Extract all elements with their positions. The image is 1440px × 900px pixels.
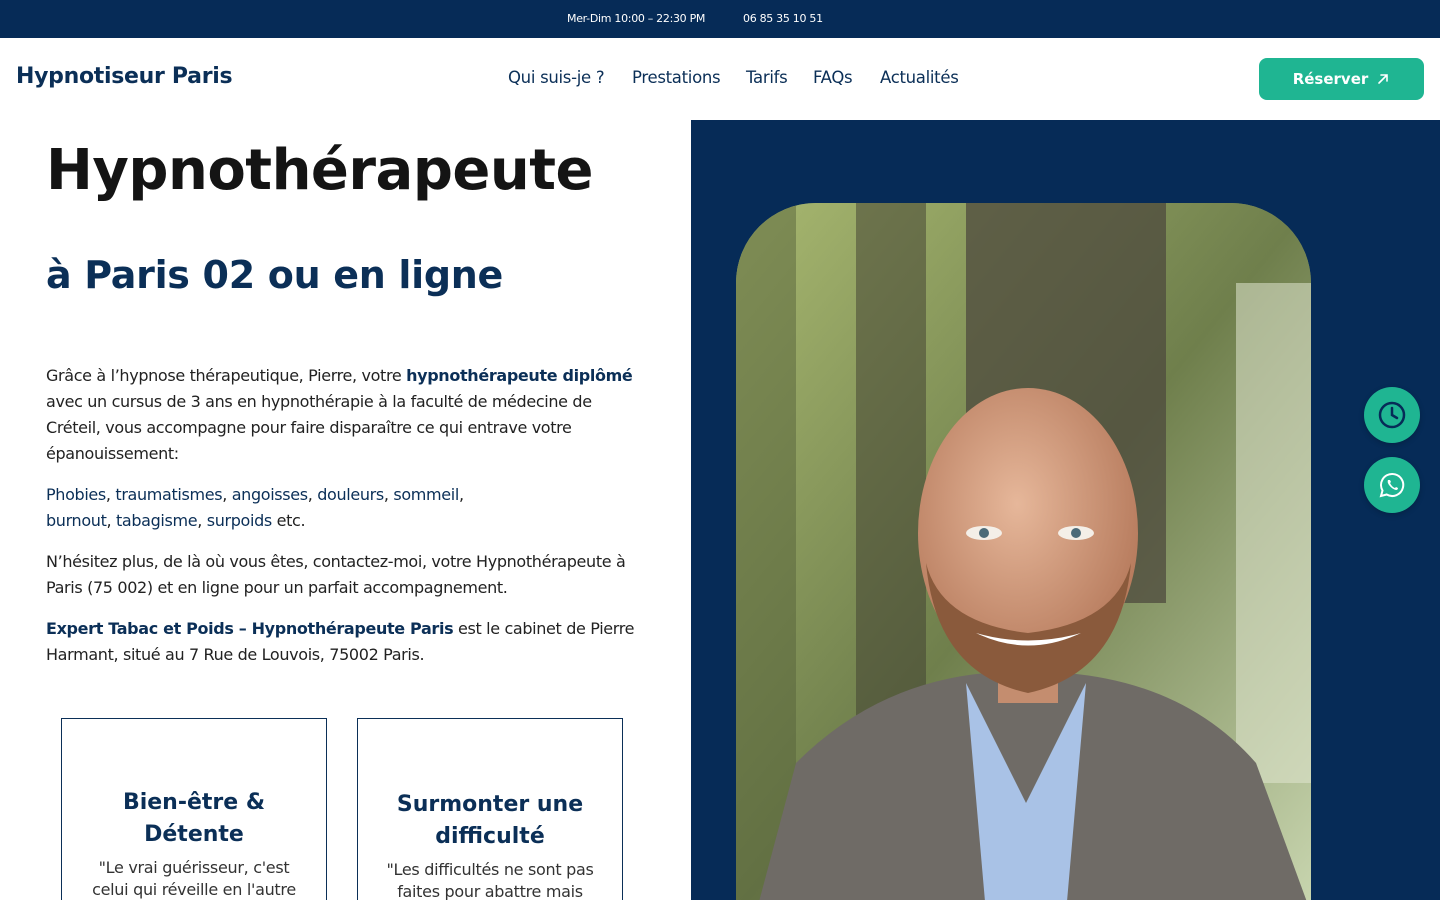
issue-link[interactable]: burnout (46, 511, 107, 530)
practice-link[interactable]: Expert Tabac et Poids – Hypnothérapeute … (46, 619, 454, 638)
hero-text-section: Hypnothérapeute à Paris 02 ou en ligne G… (0, 120, 691, 900)
page-title: Hypnothérapeute (46, 138, 594, 203)
nav-tarifs[interactable]: Tarifs (746, 68, 788, 87)
opening-hours-button[interactable] (1364, 387, 1420, 443)
service-card-quote: "Les difficultés ne sont pas faites pour… (386, 860, 594, 900)
top-info-bar: Mer-Dim 10:00 – 22:30 PM 06 85 35 10 51 (0, 0, 1440, 38)
qualification-link[interactable]: hypnothérapeute diplômé (406, 366, 633, 385)
issue-link[interactable]: sommeil (393, 485, 459, 504)
nav-prestations[interactable]: Prestations (632, 68, 721, 87)
issues-paragraph: Phobies, traumatismes, angoisses, douleu… (46, 485, 464, 530)
portrait-illustration (736, 203, 1311, 900)
site-header: Hypnotiseur Paris Qui suis-je ? Prestati… (0, 38, 1440, 120)
intro-paragraph: Grâce à l’hypnose thérapeutique, Pierre,… (46, 363, 646, 467)
service-card-title: Surmonter une difficulté (396, 792, 584, 849)
nav-qui-suis-je[interactable]: Qui suis-je ? (508, 68, 605, 87)
nav-actualites[interactable]: Actualités (880, 68, 959, 87)
clock-icon (1378, 401, 1406, 429)
service-card[interactable]: Bien-être & Détente "Le vrai guérisseur,… (61, 718, 327, 900)
nav-faqs[interactable]: FAQs (813, 68, 853, 87)
service-card-title: Bien-être & Détente (122, 790, 266, 847)
issue-link[interactable]: douleurs (317, 485, 384, 504)
intro-text-start: Grâce à l’hypnose thérapeutique, Pierre,… (46, 366, 407, 385)
issue-link[interactable]: Phobies (46, 485, 106, 504)
phone-number[interactable]: 06 85 35 10 51 (743, 12, 823, 25)
arrow-up-right-icon (1378, 74, 1389, 84)
issue-link[interactable]: surpoids (207, 511, 272, 530)
practice-paragraph: Expert Tabac et Poids – Hypnothérapeute … (46, 616, 646, 668)
issue-link[interactable]: angoisses (232, 485, 308, 504)
opening-hours: Mer-Dim 10:00 – 22:30 PM (567, 12, 706, 25)
contact-paragraph: N’hésitez plus, de là où vous êtes, cont… (46, 552, 626, 597)
reserve-button-label: Réserver (1292, 70, 1369, 88)
service-card[interactable]: Surmonter une difficulté "Les difficulté… (357, 718, 623, 900)
service-card-quote: "Le vrai guérisseur, c'est celui qui rév… (92, 858, 296, 899)
intro-text-end: avec un cursus de 3 ans en hypnothérapie… (46, 392, 592, 463)
portrait-photo (736, 203, 1311, 900)
site-logo[interactable]: Hypnotiseur Paris (16, 64, 233, 89)
issues-tail: etc. (271, 511, 306, 530)
whatsapp-icon (1379, 472, 1405, 498)
reserve-button[interactable]: Réserver (1259, 58, 1424, 100)
page-subtitle: à Paris 02 ou en ligne (46, 253, 503, 297)
hero-image-panel (691, 120, 1440, 900)
issue-link[interactable]: tabagisme (116, 511, 198, 530)
whatsapp-button[interactable] (1364, 457, 1420, 513)
issue-link[interactable]: traumatismes (115, 485, 222, 504)
